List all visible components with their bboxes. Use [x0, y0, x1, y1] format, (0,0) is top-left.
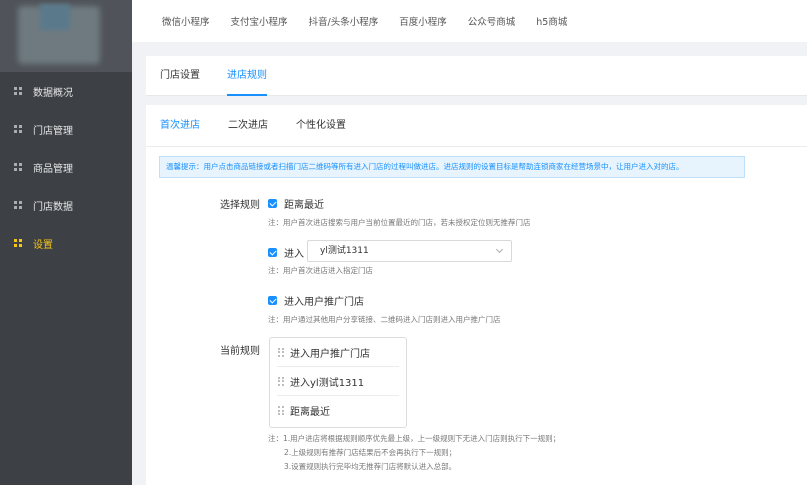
platform-tabs: 微信小程序 支付宝小程序 抖音/头条小程序 百度小程序 公众号商城 h5商城 [132, 0, 807, 42]
store-select[interactable]: yl测试1311 [307, 240, 512, 262]
rule-enter-store-option: 进入 [268, 245, 304, 260]
tab-alipay-miniprogram[interactable]: 支付宝小程序 [231, 14, 288, 28]
promoter-store-checkbox[interactable] [268, 296, 277, 305]
chevron-down-icon [495, 245, 504, 254]
sidebar-item-label: 门店数据 [33, 201, 73, 213]
tab-baidu-miniprogram[interactable]: 百度小程序 [399, 14, 447, 28]
tab-wechat-miniprogram[interactable]: 微信小程序 [162, 14, 210, 28]
tab-douyin-miniprogram[interactable]: 抖音/头条小程序 [309, 14, 379, 28]
sidebar-item-label: 设置 [33, 239, 53, 251]
tab-second-entry[interactable]: 二次进店 [228, 105, 268, 147]
sidebar-item-overview[interactable]: 数据概况 [0, 72, 132, 110]
nearest-checkbox[interactable] [268, 199, 277, 208]
rules-footnote-2: 2.上级规则有推荐门店结果后不会再执行下一规则； [284, 448, 457, 457]
rules-footnote-1: 注：1.用户进店将根据规则顺序优先最上级，上一级规则下无进入门店则执行下一规则； [268, 434, 561, 443]
tip-banner: 温馨提示：用户点击商品链接或者扫描门店二维码等所有进入门店的过程叫做进店。进店规… [159, 156, 745, 178]
drag-handle-icon[interactable] [278, 406, 284, 415]
drag-handle-icon[interactable] [278, 376, 284, 386]
avatar-image-detail [40, 4, 70, 30]
entry-type-tabs: 首次进店 二次进店 个性化设置 [146, 105, 807, 147]
sidebar-item-label: 商品管理 [33, 163, 73, 175]
current-rules-label: 当前规则 [220, 346, 260, 357]
enter-store-note: 注：用户首次进店进入指定门店 [268, 266, 373, 275]
grid-icon [14, 239, 22, 247]
tab-personalized-settings[interactable]: 个性化设置 [296, 105, 346, 147]
rule-item-label: 进入用户推广门店 [290, 348, 370, 360]
nearest-note: 注：用户首次进店搜索与用户当前位置最近的门店，若未授权定位则无推荐门店 [268, 218, 531, 227]
select-rules-label: 选择规则 [220, 200, 260, 211]
rule-item-label: 进入yl测试1311 [290, 377, 365, 389]
sidebar-item-store-data[interactable]: 门店数据 [0, 186, 132, 224]
list-item[interactable]: 距离最近 [277, 396, 399, 425]
grid-icon [14, 125, 22, 133]
enter-store-checkbox[interactable] [268, 248, 277, 257]
avatar[interactable] [0, 0, 132, 72]
sidebar-item-label: 门店管理 [33, 125, 73, 137]
rules-footnote-3: 3.设置规则执行完毕均无推荐门店将默认进入总部。 [284, 462, 457, 471]
tab-store-settings[interactable]: 门店设置 [160, 56, 200, 96]
entry-rules-card: 首次进店 二次进店 个性化设置 温馨提示：用户点击商品链接或者扫描门店二维码等所… [146, 105, 807, 485]
list-item[interactable]: 进入用户推广门店 [277, 338, 399, 367]
sidebar-item-settings[interactable]: 设置 [0, 224, 132, 262]
settings-tabs: 门店设置 进店规则 [146, 56, 807, 96]
grid-icon [14, 201, 22, 209]
tab-first-entry[interactable]: 首次进店 [160, 105, 200, 147]
nearest-label: 距离最近 [284, 200, 324, 211]
sidebar-item-label: 数据概况 [33, 87, 73, 99]
rule-item-label: 距离最近 [290, 407, 330, 418]
rule-promoter-store-option: 进入用户推广门店 [268, 293, 364, 308]
promoter-store-label: 进入用户推广门店 [284, 297, 364, 308]
store-select-value: yl测试1311 [320, 246, 369, 256]
sidebar-item-product-management[interactable]: 商品管理 [0, 148, 132, 186]
tab-h5-mall[interactable]: h5商城 [536, 14, 567, 28]
sidebar: 数据概况 门店管理 商品管理 门店数据 设置 [0, 0, 132, 485]
tab-official-account-mall[interactable]: 公众号商城 [468, 14, 516, 28]
promoter-store-note: 注：用户通过其他用户分享链接、二维码进入门店则进入用户推广门店 [268, 315, 501, 324]
rule-nearest-option: 距离最近 [268, 196, 324, 211]
grid-icon [14, 87, 22, 95]
sidebar-nav: 数据概况 门店管理 商品管理 门店数据 设置 [0, 72, 132, 262]
list-item[interactable]: 进入yl测试1311 [277, 367, 399, 396]
sidebar-item-store-management[interactable]: 门店管理 [0, 110, 132, 148]
drag-handle-icon[interactable] [278, 347, 284, 357]
tab-entry-rules[interactable]: 进店规则 [227, 56, 267, 96]
current-rules-list: 进入用户推广门店 进入yl测试1311 距离最近 [269, 337, 407, 428]
grid-icon [14, 163, 22, 171]
enter-store-label: 进入 [284, 249, 304, 260]
